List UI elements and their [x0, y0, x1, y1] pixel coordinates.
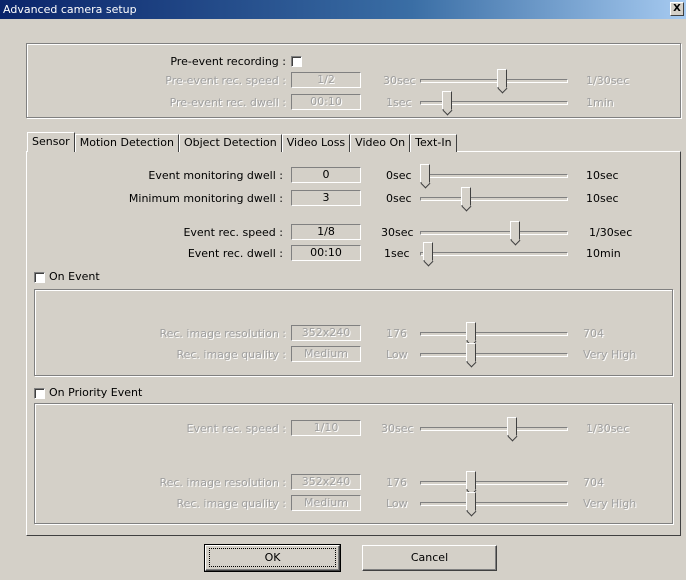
rec-speed-label: Event rec. speed : — [183, 226, 283, 239]
slider-thumb[interactable] — [461, 187, 472, 206]
on-event-quality-min: Low — [386, 348, 408, 361]
close-icon: X — [673, 3, 681, 14]
rec-dwell-slider[interactable] — [420, 252, 568, 256]
on-priority-event-label: On Priority Event — [49, 386, 143, 399]
title-bar: Advanced camera setup X — [0, 0, 686, 19]
rec-dwell-field[interactable]: 00:10 — [291, 245, 361, 261]
on-priority-event-checkbox[interactable] — [34, 388, 45, 399]
event-dwell-field[interactable]: 0 — [291, 167, 361, 183]
min-dwell-label: Minimum monitoring dwell : — [128, 192, 283, 205]
slider-thumb[interactable] — [509, 221, 520, 240]
tab-motion-detection[interactable]: Motion Detection — [74, 134, 179, 152]
pre-event-speed-field: 1/2 — [291, 72, 361, 88]
rec-speed-max: 1/30sec — [589, 226, 633, 239]
on-event-resolution-max: 704 — [583, 327, 604, 340]
on-event-resolution-min: 176 — [386, 327, 407, 340]
slider-thumb[interactable] — [465, 492, 476, 511]
on-event-resolution-field: 352x240 — [291, 325, 361, 341]
priority-quality-max: Very High — [583, 497, 637, 510]
slider-thumb[interactable] — [465, 343, 476, 362]
priority-speed-label: Event rec. speed : — [186, 422, 286, 435]
priority-speed-field: 1/10 — [291, 420, 361, 436]
on-event-quality-slider[interactable] — [420, 353, 568, 357]
slider-thumb[interactable] — [497, 69, 508, 88]
pre-event-dwell-label: Pre-event rec. dwell : — [169, 96, 286, 109]
pre-event-dwell-field: 00:10 — [291, 94, 361, 110]
priority-resolution-max: 704 — [583, 476, 604, 489]
slider-thumb[interactable] — [420, 164, 430, 183]
priority-resolution-slider[interactable] — [420, 481, 568, 485]
pre-event-speed-max: 1/30sec — [586, 74, 630, 87]
slider-thumb[interactable] — [465, 471, 476, 490]
pre-event-recording-label: Pre-event recording : — [170, 55, 286, 68]
priority-quality-field: Medium — [291, 495, 361, 511]
pre-event-dwell-max: 1min — [586, 96, 614, 109]
min-dwell-field[interactable]: 3 — [291, 190, 361, 206]
rec-dwell-label: Event rec. dwell : — [187, 247, 283, 260]
on-event-checkbox[interactable] — [34, 272, 45, 283]
tab-sensor[interactable]: Sensor — [27, 132, 75, 152]
rec-speed-field[interactable]: 1/8 — [291, 224, 361, 240]
tab-object-detection[interactable]: Object Detection — [178, 134, 282, 152]
priority-quality-slider[interactable] — [420, 502, 568, 506]
rec-speed-slider[interactable] — [420, 231, 568, 235]
on-event-quality-label: Rec. image quality : — [176, 348, 286, 361]
on-event-quality-field: Medium — [291, 346, 361, 362]
priority-quality-label: Rec. image quality : — [176, 497, 286, 510]
close-button[interactable]: X — [670, 2, 684, 16]
cancel-button[interactable]: Cancel — [362, 545, 497, 571]
rec-dwell-min: 1sec — [384, 247, 410, 260]
min-dwell-min: 0sec — [386, 192, 412, 205]
on-event-label: On Event — [49, 270, 100, 283]
priority-resolution-label: Rec. image resolution : — [159, 476, 286, 489]
priority-speed-slider[interactable] — [420, 427, 568, 431]
pre-event-speed-slider[interactable] — [420, 79, 568, 83]
slider-thumb[interactable] — [442, 91, 453, 110]
on-event-quality-max: Very High — [583, 348, 637, 361]
event-dwell-slider[interactable] — [420, 174, 568, 178]
priority-resolution-field: 352x240 — [291, 474, 361, 490]
pre-event-speed-min: 30sec — [383, 74, 416, 87]
rec-speed-min: 30sec — [381, 226, 414, 239]
slider-thumb[interactable] — [506, 417, 517, 436]
event-dwell-label: Event monitoring dwell : — [148, 169, 283, 182]
ok-button[interactable]: OK — [204, 544, 341, 572]
tab-video-on[interactable]: Video On — [350, 134, 411, 152]
pre-event-dwell-min: 1sec — [386, 96, 412, 109]
tab-text-in[interactable]: Text-In — [410, 134, 457, 152]
tab-video-loss[interactable]: Video Loss — [281, 134, 351, 152]
window-title: Advanced camera setup — [3, 3, 137, 16]
pre-event-speed-label: Pre-event rec. speed : — [165, 74, 286, 87]
event-dwell-min: 0sec — [386, 169, 412, 182]
priority-quality-min: Low — [386, 497, 408, 510]
slider-thumb[interactable] — [465, 322, 476, 341]
priority-speed-min: 30sec — [381, 422, 414, 435]
ok-button-label: OK — [208, 548, 337, 567]
tab-strip: Sensor Motion Detection Object Detection… — [27, 132, 457, 152]
on-event-resolution-label: Rec. image resolution : — [159, 327, 286, 340]
event-dwell-max: 10sec — [586, 169, 619, 182]
pre-event-recording-checkbox[interactable] — [291, 56, 302, 67]
on-event-resolution-slider[interactable] — [420, 332, 568, 336]
priority-resolution-min: 176 — [386, 476, 407, 489]
slider-thumb[interactable] — [422, 242, 433, 261]
rec-dwell-max: 10min — [586, 247, 621, 260]
min-dwell-slider[interactable] — [420, 197, 568, 201]
priority-speed-max: 1/30sec — [586, 422, 630, 435]
min-dwell-max: 10sec — [586, 192, 619, 205]
